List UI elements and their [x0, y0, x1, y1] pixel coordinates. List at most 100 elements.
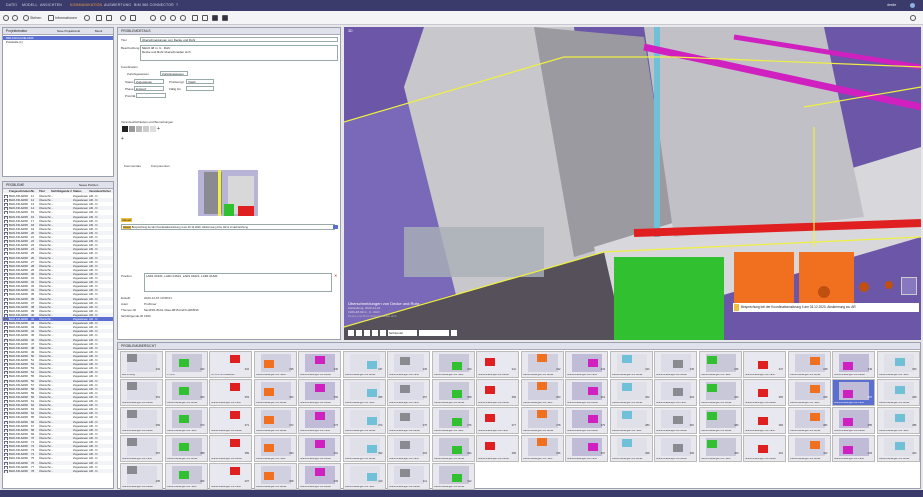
col-verantwortlicher[interactable]: Verantwortlicher — [89, 189, 111, 193]
thumbnail-item[interactable]: 353 Überschneidungen von Hand — [209, 379, 252, 406]
col-freigeschrieben[interactable]: Freigeschrieben — [9, 189, 31, 193]
viewpoint-slider[interactable] — [419, 330, 449, 336]
thumbnail-item[interactable]: 396 Überschneidungen von Hand — [520, 435, 564, 462]
thumbnail-item[interactable]: 380 Überschneidungen von Hand — [609, 407, 653, 434]
settings-button[interactable] — [910, 14, 916, 22]
menu-help[interactable]: ? — [176, 3, 178, 7]
thumbnail-item[interactable]: 371 Überschneidungen von Decke — [209, 407, 252, 434]
help-button[interactable] — [84, 14, 90, 22]
stop-icon[interactable] — [372, 330, 378, 336]
position-field[interactable]: LAR1 01621, LAR1 01621, LAR1 01621, LAR1… — [144, 273, 332, 292]
zoom-fit-button[interactable] — [170, 14, 176, 22]
thumbnail-item[interactable]: 379 Überschneidungen von Decke — [565, 407, 608, 434]
thumbnail-item[interactable]: 370 Überschneidungen von Hand — [164, 407, 208, 434]
viewpoint-thumbnail[interactable] — [198, 170, 258, 216]
thumbnail-item[interactable]: 392 Überschneidungen von Decke — [342, 435, 386, 462]
thumbnail-item[interactable]: 344 Überschneidungen von Decke — [609, 351, 653, 378]
thumbnail-item[interactable]: 401 Überschneidungen von Decke — [743, 435, 786, 462]
thumbnail-item[interactable]: 364 Überschneidungen von Decke — [698, 379, 742, 406]
thumbnail-item[interactable]: 362 Überschneidungen von Decke — [609, 379, 653, 406]
col-titel[interactable]: Titel — [39, 189, 45, 193]
thumbnail-item[interactable]: 367 Überschneidungen von Hand — [832, 379, 875, 406]
thumbnail-item[interactable]: 369 Überschneidungen von Decke — [120, 407, 163, 434]
col-sicht[interactable]: Sichtfolgende # — [51, 189, 72, 193]
new-problem-button[interactable]: Neues Problem — [79, 182, 98, 188]
menu-kommunikation[interactable]: KOMMUNIKATION — [70, 3, 102, 7]
thumbnail-item[interactable]: 403 Überschneidungen von Hand — [832, 435, 875, 462]
thumbnail-item[interactable]: 332 BIM-Prüfung — [120, 351, 163, 378]
thumbnail-item[interactable]: 346 Überschneidungen von Hand — [698, 351, 742, 378]
thumbnail-item[interactable]: 375 Überschneidungen von Decke — [387, 407, 430, 434]
thumbnail-item[interactable]: 384 Überschneidungen von Decke — [787, 407, 831, 434]
thumbnail-item[interactable]: 383 Überschneidungen von Hand — [743, 407, 786, 434]
prioritaet-select[interactable] — [136, 93, 166, 98]
viewport-3d[interactable]: 3D Überschneidungen von Decke und Rohr Z… — [344, 27, 921, 340]
viewport-comment-box[interactable]: Besprechung bei der Koordinationssitzung… — [733, 303, 919, 312]
play-icon[interactable] — [356, 330, 362, 336]
titel-field[interactable]: Überschneidungen von Decke und Rohr — [140, 37, 338, 42]
thumbnail-item[interactable]: 402 Überschneidungen von Decke — [787, 435, 831, 462]
swatch-4[interactable] — [143, 126, 149, 132]
tool-5-button[interactable] — [192, 14, 198, 22]
thumbnail-item[interactable]: 400 Überschneidungen von Hand — [698, 435, 742, 462]
thumbnail-item[interactable]: 373 Überschneidungen von Hand — [298, 407, 341, 434]
thumbnail-item[interactable]: 411 Überschneidungen von Decke — [387, 463, 430, 490]
thumbnail-item[interactable]: 359 Überschneidungen von Decke — [476, 379, 519, 406]
prev-icon[interactable] — [348, 330, 354, 336]
thumbnail-item[interactable]: 385 Überschneidungen von Decke — [832, 407, 875, 434]
thumbnail-item[interactable]: 365 Überschneidungen von Decke — [743, 379, 786, 406]
swatch-1[interactable] — [122, 126, 128, 132]
thumbnail-item[interactable]: 412 Überschneidungen von Decke — [431, 463, 475, 490]
thumbnail-item[interactable]: 398 Überschneidungen von Decke — [609, 435, 653, 462]
status-select[interactable]: Zugewiesen — [134, 79, 164, 84]
comment-field[interactable]: AktuellBesprechung bei der Koordinations… — [121, 224, 335, 230]
ready-button[interactable]: Bereit — [95, 28, 102, 34]
faellig-field[interactable] — [186, 86, 214, 91]
komponenten-tab[interactable]: Komponenten — [151, 164, 170, 168]
thumbnail-item[interactable]: 340 Überschneidungen von Hand — [431, 351, 475, 378]
kommentare-tab[interactable]: Kommentare — [124, 164, 141, 168]
thumbnail-item[interactable]: 366 Überschneidungen von Hand — [787, 379, 831, 406]
tool-7-button[interactable] — [212, 14, 218, 22]
thumbnail-item[interactable]: 336 Überschneidungen von Decke — [298, 351, 341, 378]
thumbnail-item[interactable]: 342 Überschneidungen von Decke — [520, 351, 564, 378]
zuruck-select[interactable]: Zurückgewiesen — [160, 71, 188, 76]
thumbnail-item[interactable]: 389 Überschneidungen von Decke — [209, 435, 252, 462]
thumbnail-item[interactable]: 386 Überschneidungen von Hand — [876, 407, 920, 434]
problemtyp-select[interactable]: Clash — [186, 79, 214, 84]
structure-item-protokolle[interactable]: Protokolle (1) — [3, 40, 113, 44]
add-swatch-icon[interactable]: + — [157, 126, 163, 132]
thumbnail-item[interactable]: 347 Überschneidungen von Hand — [743, 351, 786, 378]
thumbnail-item[interactable]: 395 Überschneidungen von Decke — [476, 435, 519, 462]
thumbnail-item[interactable]: 368 Überschneidungen von Decke — [876, 379, 920, 406]
thumbnail-item[interactable]: 358 Überschneidungen von Decke — [431, 379, 475, 406]
menu-datei[interactable]: DATEI — [6, 3, 17, 7]
thumbnail-item[interactable]: 406 Überschneidungen von Hand — [164, 463, 208, 490]
thumbnail-item[interactable]: 374 Überschneidungen von Decke — [342, 407, 386, 434]
viewpoint-select[interactable]: Sichtpunkt — [388, 330, 417, 336]
thumbnail-item[interactable]: 407 Überschneidungen von Hand — [209, 463, 252, 490]
settings-small-icon[interactable] — [451, 330, 457, 336]
thumbnail-item[interactable]: 363 Überschneidungen von Hand — [654, 379, 697, 406]
menu-modell[interactable]: MODELL — [22, 3, 38, 7]
thumbnail-item[interactable]: 399 Überschneidungen von Decke — [654, 435, 697, 462]
thumbnail-item[interactable]: 341 Überschneidungen von Decke — [476, 351, 519, 378]
swatch-3[interactable] — [136, 126, 142, 132]
comment-send-icon[interactable] — [333, 225, 338, 229]
thumbnail-item[interactable]: 357 Überschneidungen von Hand — [387, 379, 430, 406]
thumbnail-item[interactable]: 408 Überschneidungen von Decke — [253, 463, 297, 490]
thumbnail-item[interactable]: 350 Überschneidungen von Hand — [876, 351, 920, 378]
zoom-select-button[interactable] — [180, 14, 186, 22]
next-icon[interactable] — [364, 330, 370, 336]
thumbnail-item[interactable]: 356 Überschneidungen von Hand — [342, 379, 386, 406]
row-checkbox[interactable] — [4, 469, 8, 473]
stehen-button[interactable]: Stehen — [23, 14, 41, 22]
thumbnail-item[interactable]: 335 Überschneidungen von Hand... — [253, 351, 297, 378]
thumbnail-item[interactable]: 345 Überschneidungen von Decke — [654, 351, 697, 378]
zoom-out-button[interactable] — [160, 14, 166, 22]
thumbnail-item[interactable]: 361 Überschneidungen von Decke — [565, 379, 608, 406]
swatch-5[interactable] — [150, 126, 156, 132]
informationen-button[interactable]: Informationen — [48, 14, 77, 22]
table-row[interactable]: BHO-KR-AR00 78 Überschn... Zugewiesen AR - N — [3, 468, 113, 473]
thumbnail-item[interactable]: 377 Überschneidungen von Hand — [476, 407, 519, 434]
